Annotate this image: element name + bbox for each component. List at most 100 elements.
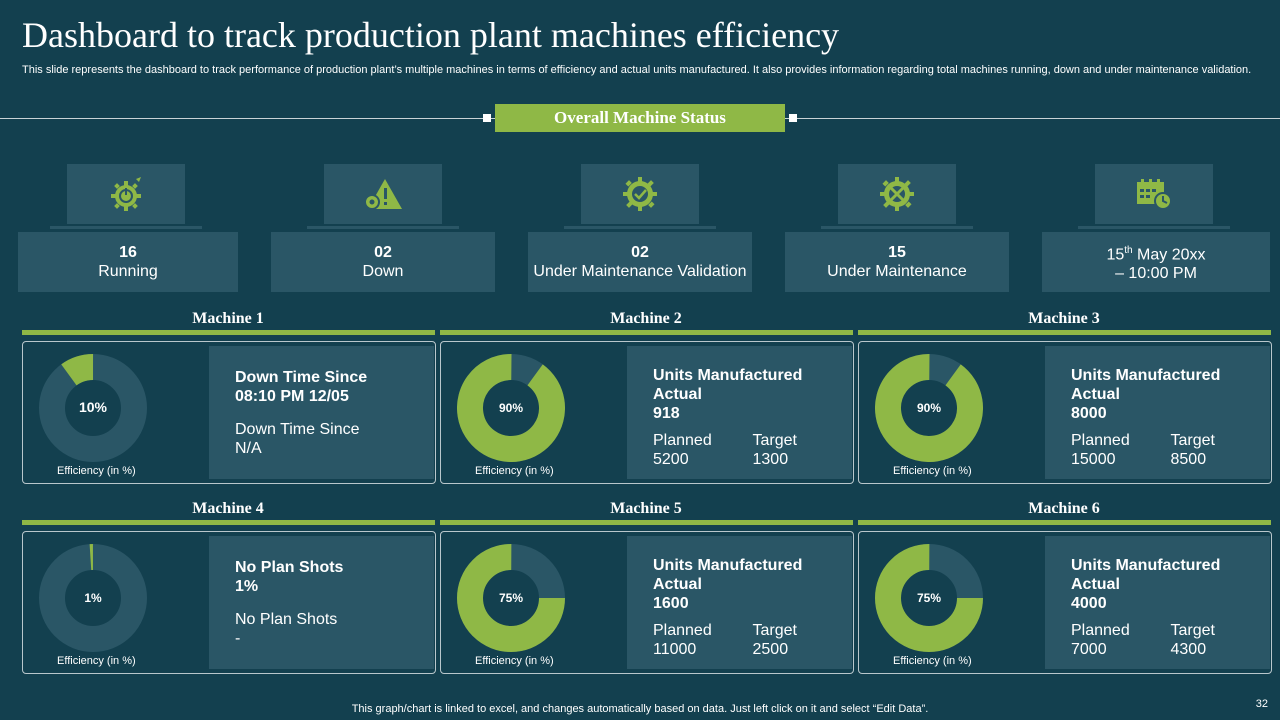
donut-percent-label: 90%	[499, 401, 523, 415]
donut-percent-label: 75%	[917, 591, 941, 605]
machine-title: Machine 6	[1028, 500, 1100, 517]
machine-title-underline	[22, 330, 435, 335]
page-subtitle: This slide represents the dashboard to t…	[22, 64, 1252, 76]
efficiency-caption: Efficiency (in %)	[57, 465, 136, 477]
planned-label: Planned	[653, 622, 712, 639]
calendar-clock-icon	[1137, 179, 1172, 210]
machine-title: Machine 2	[610, 310, 682, 327]
page-number: 32	[1255, 698, 1268, 710]
maintenance-count: 15	[888, 244, 906, 261]
actual-value: 918	[653, 405, 680, 422]
efficiency-donut: 90%	[875, 354, 983, 462]
efficiency-donut: 90%	[457, 354, 565, 462]
date-text: 15th May 20xx	[1106, 244, 1206, 264]
machine-card: 10% Efficiency (in %) Down Time Since 08:10…	[22, 341, 436, 484]
actual-label: Actual	[1071, 386, 1120, 403]
efficiency-donut: 75%	[875, 544, 983, 652]
divider-left-dot	[483, 114, 491, 122]
machine-info-panel: Down Time Since 08:10 PM 12/05 Down Time S…	[209, 346, 434, 479]
donut-percent-label: 75%	[499, 591, 523, 605]
efficiency-caption: Efficiency (in %)	[893, 655, 972, 667]
info-line-1: Down Time Since	[235, 369, 368, 386]
target-label: Target	[1170, 432, 1215, 449]
planned-value: 7000	[1071, 641, 1107, 658]
running-label: Running	[98, 263, 158, 280]
down-label: Down	[362, 263, 404, 280]
machine-card: 90% Efficiency (in %) Units Manufactured Ac…	[440, 341, 854, 484]
machine-title: Machine 1	[192, 310, 264, 327]
target-value: 2500	[752, 641, 789, 658]
machine-title: Machine 5	[610, 500, 682, 517]
target-label: Target	[752, 432, 797, 449]
units-heading: Units Manufactured	[653, 367, 803, 384]
machine-info-panel: Units Manufactured Actual 4000 Planned 7000 T…	[1045, 536, 1270, 669]
machine-info-panel: Units Manufactured Actual 8000 Planned 15000…	[1045, 346, 1270, 479]
target-value: 1300	[752, 451, 789, 468]
efficiency-caption: Efficiency (in %)	[475, 655, 554, 667]
planned-value: 5200	[653, 451, 689, 468]
icon-shelf	[307, 226, 459, 229]
info-line-1: No Plan Shots	[235, 559, 344, 576]
icon-shelf	[821, 226, 973, 229]
planned-value: 15000	[1071, 451, 1116, 468]
machine-card: 90% Efficiency (in %) Units Manufactured Ac…	[858, 341, 1272, 484]
machine-info-panel: No Plan Shots 1% No Plan Shots -	[209, 536, 434, 669]
donut-percent-label: 90%	[917, 401, 941, 415]
efficiency-caption: Efficiency (in %)	[893, 465, 972, 477]
page-title: Dashboard to track production plant mach…	[22, 15, 840, 55]
gear-check-icon	[623, 177, 657, 211]
units-heading: Units Manufactured	[1071, 557, 1221, 574]
planned-label: Planned	[1071, 622, 1130, 639]
machine-info-panel: Units Manufactured Actual 1600 Planned 11000…	[627, 536, 852, 669]
info-line-3: No Plan Shots	[235, 611, 338, 628]
down-count: 02	[374, 244, 392, 261]
efficiency-caption: Efficiency (in %)	[57, 655, 136, 667]
machine-title-underline	[440, 330, 853, 335]
down-icon-box	[324, 164, 442, 224]
info-line-4: N/A	[235, 440, 262, 457]
machine-title-underline	[22, 520, 435, 525]
planned-label: Planned	[1071, 432, 1130, 449]
target-label: Target	[1170, 622, 1215, 639]
divider-right-dot	[789, 114, 797, 122]
running-icon-box	[67, 164, 185, 224]
info-line-3: Down Time Since	[235, 421, 360, 438]
running-stat: 16 Running	[18, 232, 238, 292]
actual-label: Actual	[653, 386, 702, 403]
validation-stat: 02 Under Maintenance Validation	[528, 232, 752, 292]
icon-shelf	[1078, 226, 1230, 229]
units-heading: Units Manufactured	[653, 557, 803, 574]
gear-power-icon	[111, 177, 141, 211]
machine-info-panel: Units Manufactured Actual 918 Planned 5200 Ta…	[627, 346, 852, 479]
actual-label: Actual	[653, 576, 702, 593]
maintenance-stat: 15 Under Maintenance	[785, 232, 1009, 292]
machine-title-underline	[858, 520, 1271, 525]
target-label: Target	[752, 622, 797, 639]
actual-value: 8000	[1071, 405, 1107, 422]
datetime-icon-box	[1095, 164, 1213, 224]
machine-title: Machine 3	[1028, 310, 1100, 327]
info-line-2: 08:10 PM 12/05	[235, 388, 349, 405]
wrench-gear-icon	[880, 177, 914, 211]
donut-percent-label: 10%	[79, 399, 108, 415]
maintenance-label: Under Maintenance	[827, 263, 967, 280]
info-line-4: -	[235, 630, 241, 647]
machine-title-underline	[440, 520, 853, 525]
footer-note: This graph/chart is linked to excel, and…	[351, 703, 929, 715]
info-line-2: 1%	[235, 578, 259, 595]
planned-label: Planned	[653, 432, 712, 449]
target-value: 8500	[1170, 451, 1207, 468]
efficiency-caption: Efficiency (in %)	[475, 465, 554, 477]
icon-shelf	[50, 226, 202, 229]
validation-count: 02	[631, 244, 649, 261]
icon-shelf	[564, 226, 716, 229]
time-text: – 10:00 PM	[1115, 265, 1197, 283]
datetime-stat: 15th May 20xx – 10:00 PM	[1042, 232, 1270, 292]
machine-title-underline	[858, 330, 1271, 335]
validation-icon-box	[581, 164, 699, 224]
maintenance-icon-box	[838, 164, 956, 224]
planned-value: 11000	[653, 641, 697, 658]
units-heading: Units Manufactured	[1071, 367, 1221, 384]
efficiency-donut: 75%	[457, 544, 565, 652]
efficiency-donut: 1%	[39, 544, 147, 652]
